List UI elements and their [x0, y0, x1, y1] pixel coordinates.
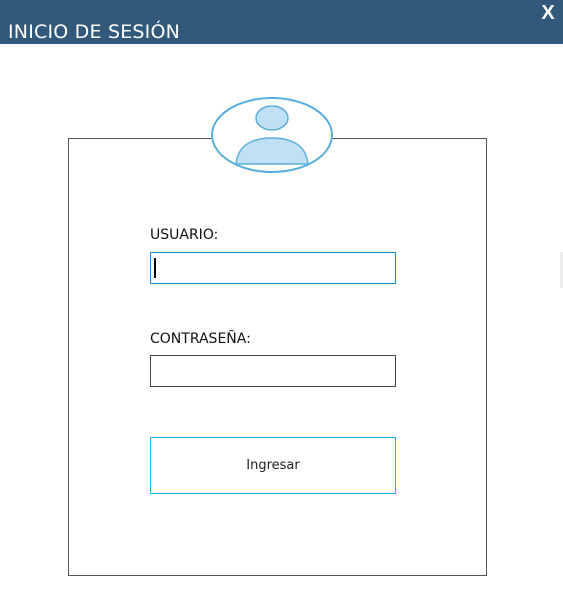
- login-window: INICIO DE SESIÓN X USUARIO: CONTRASEÑA: …: [0, 0, 563, 604]
- username-input[interactable]: [150, 252, 396, 284]
- title-bar: INICIO DE SESIÓN X: [0, 0, 563, 44]
- password-label: CONTRASEÑA:: [150, 331, 251, 347]
- text-cursor: [154, 258, 156, 278]
- user-avatar-icon: [211, 97, 333, 173]
- username-label: USUARIO:: [150, 227, 219, 243]
- window-title: INICIO DE SESIÓN: [8, 21, 181, 43]
- login-submit-button[interactable]: Ingresar: [150, 437, 396, 494]
- password-input[interactable]: [150, 355, 396, 387]
- close-button[interactable]: X: [537, 2, 559, 24]
